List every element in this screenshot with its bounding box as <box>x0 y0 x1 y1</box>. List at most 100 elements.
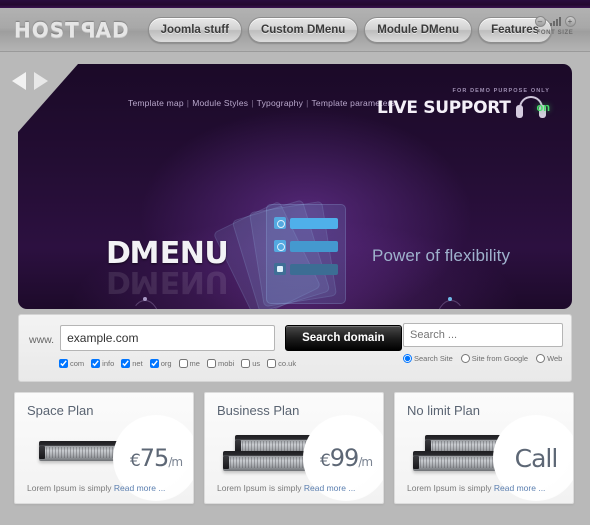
search-icon <box>274 240 286 252</box>
plan-card-space[interactable]: Space Plan €75/m Lorem Ipsum is simply R… <box>14 392 194 504</box>
font-size-control: – + FONT SIZE <box>528 14 582 36</box>
top-accent-strip <box>0 0 590 8</box>
domain-search-form: www. Search domain <box>27 325 402 351</box>
price-business: €99/m <box>320 444 373 472</box>
site-logo[interactable]: HOSTPAD <box>14 18 130 42</box>
site-header: HOSTPAD Joomla stuff Custom DMenu Module… <box>0 8 590 52</box>
live-support-kicker: FOR DEMO PURPOSE ONLY <box>452 88 550 94</box>
step-arc-left <box>130 300 160 309</box>
tld-checkbox-com-input[interactable] <box>59 359 68 368</box>
tld-label-mobi: mobi <box>217 359 235 368</box>
dmenu-logo: DMENU <box>106 236 229 271</box>
menu-panel-row-3 <box>274 263 338 275</box>
hero-tagline: Power of flexibility <box>372 246 511 265</box>
tld-checkbox-me[interactable]: me <box>178 359 200 368</box>
site-search-form: Search Site Site from Google Web <box>403 323 563 363</box>
tld-label-org: org <box>160 359 172 368</box>
tld-checkbox-net[interactable]: net <box>121 359 143 368</box>
carousel-prev-icon[interactable] <box>12 72 26 90</box>
price-period-space: /m <box>168 455 183 469</box>
domain-search-input[interactable] <box>60 325 276 351</box>
tld-label-com: com <box>70 359 85 368</box>
tld-checkbox-couk[interactable]: co.uk <box>267 359 296 368</box>
menu-panel-graphic <box>266 204 346 304</box>
logo-text-part1: HOST <box>14 17 80 42</box>
price-space: €75/m <box>129 444 183 472</box>
plan-foot-text-space: Lorem Ipsum is simply <box>27 483 114 493</box>
logo-text-flipped-p: P <box>79 17 96 42</box>
menu-panel-row-1 <box>274 217 338 229</box>
nav-item-module-dmenu[interactable]: Module DMenu <box>364 16 473 43</box>
site-search-input[interactable] <box>403 323 563 347</box>
search-scope-group: Search Site Site from Google Web <box>403 354 563 363</box>
tld-checkbox-net-input[interactable] <box>121 359 131 368</box>
hero-banner: Template map | Module Styles | Typography | Te… <box>18 64 572 309</box>
tld-checkbox-mobi-input[interactable] <box>206 359 216 368</box>
price-amount-business: 99 <box>329 444 360 472</box>
plan-footer-space: Lorem Ipsum is simply Read more ... <box>27 483 165 493</box>
tld-checkbox-info-input[interactable] <box>91 359 101 368</box>
font-size-decrease-icon[interactable]: – <box>534 15 546 27</box>
hero-link-typography[interactable]: Typography <box>257 98 303 108</box>
scope-label-search-site: Search Site <box>414 354 453 363</box>
tld-checkbox-info[interactable]: info <box>91 359 114 368</box>
scope-radio-site-from-google[interactable]: Site from Google <box>460 354 528 363</box>
price-amount-space: 75 <box>139 444 170 472</box>
plan-read-more-space[interactable]: Read more ... <box>114 483 166 493</box>
plan-foot-text-no-limit: Lorem Ipsum is simply <box>407 483 494 493</box>
font-size-label: FONT SIZE <box>536 30 574 36</box>
nav-item-joomla-stuff[interactable]: Joomla stuff <box>147 16 242 43</box>
live-support-widget[interactable]: FOR DEMO PURPOSE ONLY LIVE SUPPORT on <box>377 88 550 120</box>
gear-icon <box>274 217 286 229</box>
hero-link-separator-3: | <box>306 98 309 108</box>
font-size-buttons: – + <box>528 14 582 28</box>
scope-radio-search-site[interactable]: Search Site <box>403 354 453 363</box>
tld-checkbox-me-input[interactable] <box>178 359 188 368</box>
tld-checkbox-us[interactable]: us <box>241 359 260 368</box>
plan-read-more-no-limit[interactable]: Read more ... <box>494 483 546 493</box>
scope-radio-web[interactable]: Web <box>536 354 562 363</box>
hero-link-module-styles[interactable]: Module Styles <box>192 98 248 108</box>
tld-label-me: me <box>189 359 200 368</box>
scope-radio-web-input[interactable] <box>536 354 546 363</box>
plan-card-business[interactable]: Business Plan €99/m Lorem Ipsum is simpl… <box>204 392 384 504</box>
carousel-next-icon[interactable] <box>34 72 48 90</box>
price-currency-space: € <box>129 451 141 471</box>
scope-radio-search-site-input[interactable] <box>403 354 412 363</box>
menu-bar-3 <box>290 263 338 275</box>
plan-footer-business: Lorem Ipsum is simply Read more ... <box>217 483 355 493</box>
step-arc-dot-3 <box>448 297 452 301</box>
hero-link-separator-2: | <box>251 98 254 108</box>
tld-checkbox-com[interactable]: com <box>59 359 84 368</box>
search-strip: www. Search domain com info net org <box>18 314 572 382</box>
tld-checkbox-us-input[interactable] <box>241 359 251 368</box>
nav-item-custom-dmenu[interactable]: Custom DMenu <box>247 16 359 43</box>
tld-label-info: info <box>102 359 115 368</box>
font-size-increase-icon[interactable]: + <box>564 15 576 27</box>
dmenu-logo-enu: ENU <box>159 236 229 271</box>
menu-bar-1 <box>290 217 338 229</box>
tld-label-net: net <box>132 359 143 368</box>
plan-footer-no-limit: Lorem Ipsum is simply Read more ... <box>407 483 545 493</box>
dmenu-logo-m: M <box>130 236 160 271</box>
tld-checkbox-couk-input[interactable] <box>267 359 277 368</box>
tld-checkbox-org[interactable]: org <box>149 359 172 368</box>
tld-checkbox-mobi[interactable]: mobi <box>206 359 235 368</box>
tld-checkbox-org-input[interactable] <box>149 359 159 368</box>
tld-checkbox-group: com info net org me mobi us co.uk <box>59 359 296 368</box>
plan-title-space: Space Plan <box>27 403 94 418</box>
price-no-limit: Call <box>514 443 559 473</box>
step-arc-dot-1 <box>143 297 147 301</box>
scope-radio-site-from-google-input[interactable] <box>460 354 470 363</box>
step-arc-right <box>436 300 466 309</box>
plan-title-business: Business Plan <box>217 403 300 418</box>
plan-title-no-limit: No limit Plan <box>407 403 480 418</box>
search-domain-button[interactable]: Search domain <box>285 325 402 351</box>
carousel-controls <box>12 72 48 90</box>
hero-link-separator-1: | <box>186 98 190 108</box>
page-root: HOSTPAD Joomla stuff Custom DMenu Module… <box>0 0 590 525</box>
scope-label-web: Web <box>547 354 563 363</box>
plan-card-no-limit[interactable]: No limit Plan Call Lorem Ipsum is simply… <box>394 392 574 504</box>
plan-read-more-business[interactable]: Read more ... <box>304 483 356 493</box>
hero-link-template-map[interactable]: Template map <box>128 98 184 108</box>
